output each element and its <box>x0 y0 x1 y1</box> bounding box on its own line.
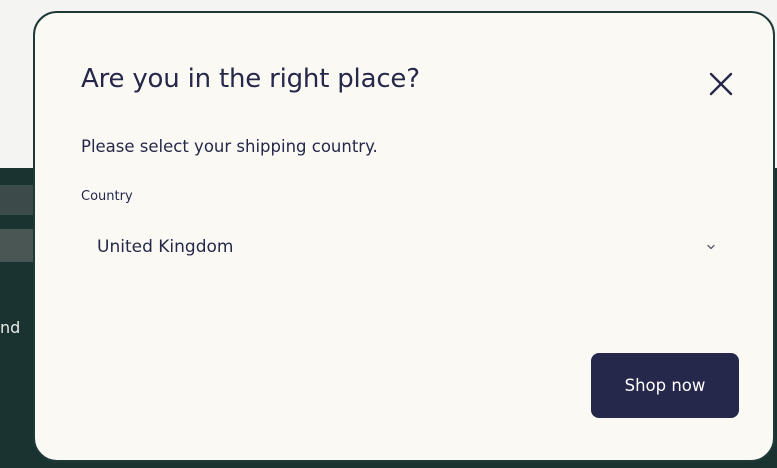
close-icon <box>709 72 733 96</box>
shop-now-button[interactable]: Shop now <box>591 353 739 418</box>
modal-title: Are you in the right place? <box>81 64 420 94</box>
country-select[interactable]: United Kingdom <box>81 225 729 269</box>
country-selected-value: United Kingdom <box>97 237 234 257</box>
country-field-label: Country <box>81 189 133 204</box>
close-button[interactable] <box>703 66 739 102</box>
modal-subtitle: Please select your shipping country. <box>81 137 378 156</box>
country-selection-modal: Are you in the right place? Please selec… <box>33 11 775 462</box>
background-text-fragment: nd <box>0 318 21 337</box>
chevron-down-icon <box>707 244 715 250</box>
